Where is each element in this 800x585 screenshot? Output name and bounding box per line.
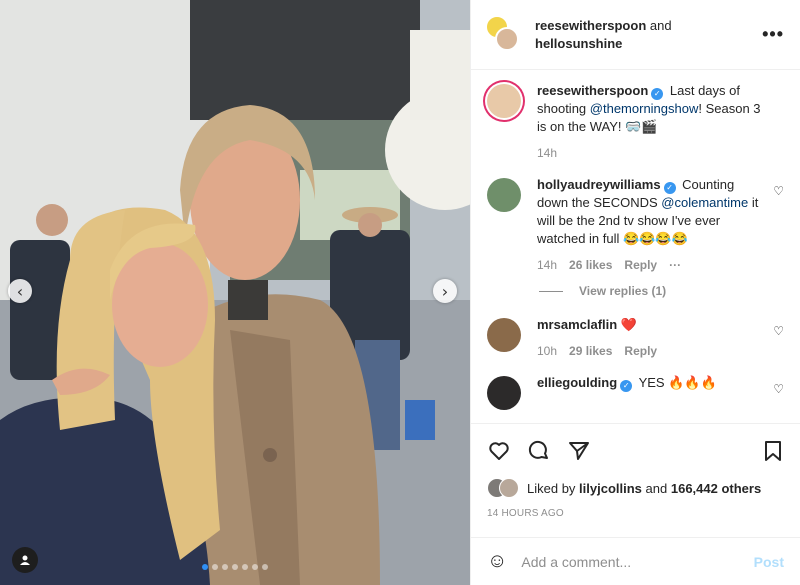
- emoji-icon[interactable]: ☺: [487, 550, 507, 573]
- view-replies-button[interactable]: View replies (1): [539, 284, 784, 298]
- comment-likes[interactable]: 29 likes: [569, 342, 612, 360]
- author-username[interactable]: hellosunshine: [535, 36, 622, 51]
- more-options-button[interactable]: •••: [762, 24, 784, 45]
- chevron-right-icon: ›: [441, 281, 449, 301]
- tagged-users-button[interactable]: [12, 547, 38, 573]
- photo-scene: [0, 0, 470, 585]
- avatar[interactable]: [487, 318, 521, 352]
- avatar[interactable]: [499, 478, 519, 498]
- comment-icon[interactable]: [527, 439, 551, 463]
- comment-username[interactable]: hollyaudreywilliams: [537, 177, 661, 192]
- heart-icon[interactable]: [487, 439, 511, 463]
- comment: mrsamclaflin ❤️ 10h 29 likes Reply ♡: [487, 316, 784, 360]
- post-photo[interactable]: ‹ ›: [0, 0, 470, 585]
- view-replies-label: View replies (1): [579, 284, 667, 298]
- comment-text: YES 🔥🔥🔥: [638, 375, 717, 390]
- comment: hollyaudreywilliams ✓ Counting down the S…: [487, 176, 784, 274]
- comments-list: reesewitherspoon ✓ Last days of shooting …: [471, 70, 800, 423]
- post-header: reesewitherspoon and hellosunshine •••: [471, 0, 800, 70]
- carousel-dot: [242, 564, 248, 570]
- carousel-dot: [232, 564, 238, 570]
- carousel-dots: [0, 564, 470, 570]
- post-modal: ‹ › reesewitherspoon and hellosunshine •…: [0, 0, 800, 585]
- comment-text: ❤️: [620, 317, 638, 332]
- liked-by-user[interactable]: lilyjcollins: [579, 481, 642, 496]
- carousel-prev-button[interactable]: ‹: [8, 279, 32, 303]
- bookmark-icon[interactable]: [762, 439, 784, 463]
- post-actions: Liked by lilyjcollins and 166,442 others…: [471, 423, 800, 519]
- comment-input[interactable]: [521, 553, 754, 570]
- comment-username[interactable]: mrsamclaflin: [537, 317, 617, 332]
- reply-button[interactable]: Reply: [624, 342, 657, 360]
- chevron-left-icon: ‹: [16, 281, 24, 301]
- carousel-dot: [252, 564, 258, 570]
- caption-username[interactable]: reesewitherspoon: [537, 83, 648, 98]
- caption: reesewitherspoon ✓ Last days of shooting …: [487, 82, 784, 162]
- post-timestamp[interactable]: 14 HOURS AGO: [487, 508, 784, 519]
- verified-badge-icon: ✓: [651, 88, 664, 100]
- author-username[interactable]: reesewitherspoon: [535, 18, 646, 33]
- liked-by-mid: and: [645, 480, 668, 496]
- carousel-next-button[interactable]: ›: [433, 279, 457, 303]
- add-comment-bar: ☺ Post: [471, 537, 800, 585]
- carousel-dot: [222, 564, 228, 570]
- and-text: and: [649, 17, 672, 33]
- like-comment-heart-icon[interactable]: ♡: [773, 382, 784, 396]
- avatar[interactable]: [495, 26, 519, 51]
- carousel-dot: [212, 564, 218, 570]
- carousel-dot: [262, 564, 268, 570]
- liked-by: Liked by lilyjcollins and 166,442 others: [487, 478, 784, 498]
- caption-age[interactable]: 14h: [537, 144, 557, 162]
- post-side-panel: reesewitherspoon and hellosunshine ••• r…: [470, 0, 800, 585]
- user-icon: [20, 555, 30, 565]
- comment-options-button[interactable]: ···: [669, 256, 681, 274]
- comment-likes[interactable]: 26 likes: [569, 256, 612, 274]
- mention-link[interactable]: @themorningshow: [590, 101, 699, 116]
- liked-by-prefix: Liked by: [527, 480, 576, 496]
- collab-avatars[interactable]: [485, 14, 521, 55]
- avatar[interactable]: [487, 376, 521, 410]
- carousel-dot: [202, 564, 208, 570]
- comment-username[interactable]: elliegoulding: [537, 375, 617, 390]
- avatar[interactable]: [487, 178, 521, 212]
- comment-age[interactable]: 10h: [537, 342, 557, 360]
- post-authors: reesewitherspoon and hellosunshine: [535, 17, 762, 53]
- share-icon[interactable]: [567, 439, 591, 463]
- likes-count[interactable]: 166,442 others: [671, 481, 761, 496]
- like-comment-heart-icon[interactable]: ♡: [773, 324, 784, 338]
- post-button[interactable]: Post: [754, 554, 784, 570]
- verified-badge-icon: ✓: [620, 380, 633, 392]
- verified-badge-icon: ✓: [663, 182, 676, 194]
- avatar[interactable]: [487, 84, 521, 118]
- comment-age[interactable]: 14h: [537, 256, 557, 274]
- divider: [539, 290, 563, 292]
- comment: elliegoulding ✓ YES 🔥🔥🔥 ♡: [487, 374, 784, 410]
- reply-button[interactable]: Reply: [624, 256, 657, 274]
- mention-link[interactable]: @colemantime: [661, 195, 748, 210]
- like-comment-heart-icon[interactable]: ♡: [773, 184, 784, 198]
